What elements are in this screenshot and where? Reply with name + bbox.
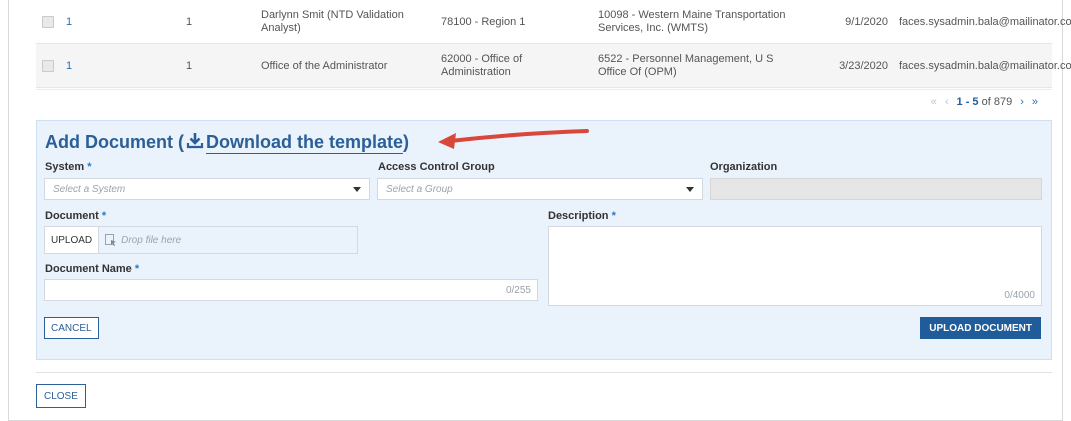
drop-text: Drop file here [121, 234, 182, 246]
document-name-label-text: Document Name [45, 263, 132, 275]
pagination-total: of 879 [981, 96, 1013, 108]
document-upload[interactable]: UPLOAD Drop file here [44, 226, 358, 254]
upload-document-button[interactable]: UPLOAD DOCUMENT [920, 317, 1041, 339]
divider [36, 372, 1052, 373]
add-document-title: Add Document ( Download the template ) [45, 131, 409, 154]
prev-page-icon[interactable]: ‹ [945, 96, 949, 108]
pagination-range: 1 - 5 [956, 96, 979, 108]
table-cell-link[interactable]: 1 [66, 0, 72, 44]
pagination-summary: 1 - 5 of 879 [957, 96, 1013, 108]
last-page-icon[interactable]: » [1032, 96, 1038, 108]
required-mark: * [87, 161, 92, 173]
table-cell: 1 [186, 59, 193, 72]
access-group-placeholder: Select a Group [386, 183, 453, 195]
document-label-text: Document [45, 210, 99, 222]
required-mark: * [134, 263, 140, 275]
table-cell-agency: 6522 - Personnel Management, U S Office … [598, 53, 774, 78]
system-placeholder: Select a System [53, 183, 126, 195]
title-text: Add Document ( [45, 132, 184, 152]
system-label-text: System [45, 161, 85, 173]
table-cell-date: 3/23/2020 [839, 59, 888, 72]
pagination: « ‹ 1 - 5 of 879 › » [36, 89, 1052, 115]
description-counter: 0/4000 [1004, 290, 1035, 301]
document-label: Document * [45, 210, 106, 222]
access-control-label: Access Control Group [378, 161, 495, 173]
table-cell-email: faces.sysadmin.bala@mailinator.com [899, 59, 1071, 72]
system-label: System * [45, 161, 91, 173]
download-template-link[interactable]: Download the template [206, 132, 404, 154]
upload-button[interactable]: UPLOAD [45, 227, 100, 253]
table-row[interactable]: 1 1 Darlynn Smit (NTD Validation Analyst… [36, 0, 1071, 44]
table-cell-link[interactable]: 1 [66, 44, 72, 88]
table-cell-name: Darlynn Smit (NTD Validation Analyst) [261, 9, 404, 34]
modal-frame: 1 1 Darlynn Smit (NTD Validation Analyst… [8, 0, 1071, 421]
required-mark: * [611, 210, 616, 222]
file-drop-icon [105, 234, 117, 246]
next-page-icon[interactable]: › [1020, 96, 1024, 108]
table-row[interactable]: 1 1 Office of the Administrator 62000 - … [36, 44, 1071, 88]
description-label-text: Description [548, 210, 609, 222]
close-button[interactable]: CLOSE [36, 384, 86, 408]
required-mark: * [101, 210, 107, 222]
caret-down-icon [686, 187, 694, 192]
table-cell-agency: 10098 - Western Maine Transportation Ser… [598, 9, 786, 34]
table-cell: 1 [186, 15, 193, 28]
drop-zone[interactable]: Drop file here [105, 234, 181, 246]
annotation-arrow-icon [438, 129, 589, 149]
description-label: Description * [548, 210, 616, 222]
title-close-paren: ) [403, 132, 410, 152]
document-name-label: Document Name * [45, 263, 139, 275]
first-page-icon[interactable]: « [931, 96, 937, 108]
system-select[interactable]: Select a System [44, 178, 370, 200]
document-name-counter: 0/255 [505, 285, 531, 296]
table-cell-region: 62000 - Office of Administration [441, 53, 523, 78]
organization-label: Organization [710, 161, 778, 173]
row-checkbox[interactable] [42, 0, 54, 44]
table-cell-date: 9/1/2020 [845, 15, 888, 28]
row-checkbox[interactable] [42, 44, 54, 88]
document-name-input[interactable]: 0/255 [44, 279, 538, 301]
organization-field [710, 178, 1042, 200]
cancel-button[interactable]: CANCEL [44, 317, 99, 339]
add-document-panel: Add Document ( Download the template ) S… [36, 120, 1052, 360]
description-textarea[interactable]: 0/4000 [548, 226, 1042, 306]
caret-down-icon [353, 187, 361, 192]
download-icon[interactable] [186, 131, 204, 154]
table-cell-region: 78100 - Region 1 [441, 15, 526, 28]
table-cell-email: faces.sysadmin.bala@mailinator.com [899, 15, 1071, 28]
access-group-select[interactable]: Select a Group [377, 178, 703, 200]
table-cell-name: Office of the Administrator [261, 59, 388, 72]
